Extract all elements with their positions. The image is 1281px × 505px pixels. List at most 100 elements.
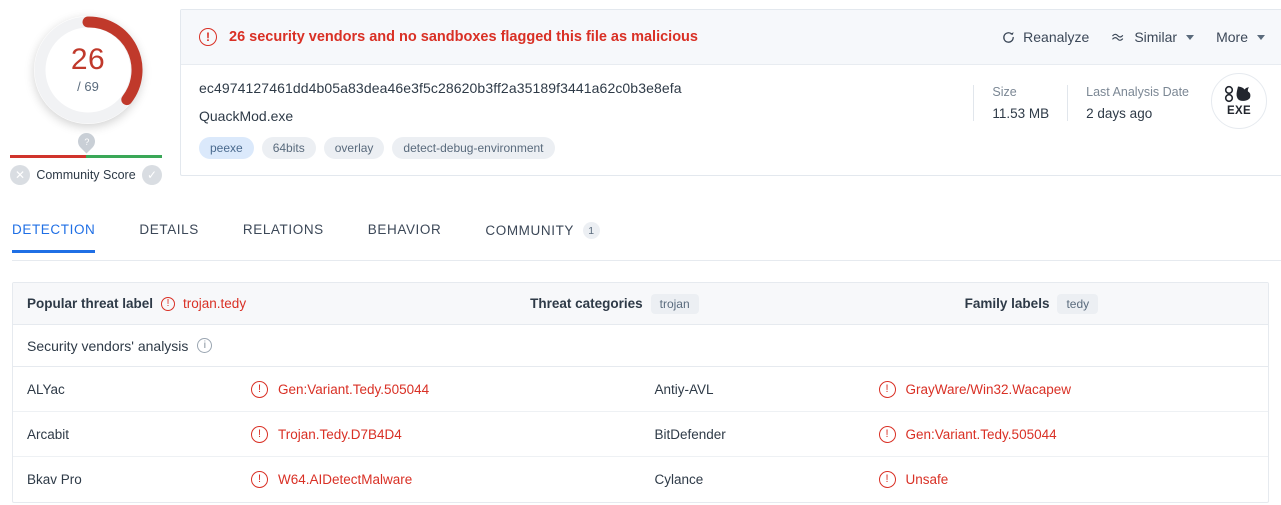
approx-wave-icon — [1112, 33, 1124, 41]
security-vendors-title: Security vendors' analysis — [27, 337, 189, 354]
table-row: Arcabit ! Trojan.Tedy.D7B4D4 BitDefender… — [13, 412, 1268, 457]
threat-categories: Threat categories trojan — [530, 293, 699, 314]
similar-button[interactable]: Similar — [1111, 29, 1195, 45]
vendor-result-text: Gen:Variant.Tedy.505044 — [905, 426, 1057, 442]
tab-detection[interactable]: DETECTION — [12, 222, 96, 253]
table-row: ALYac ! Gen:Variant.Tedy.505044 Antiy-AV… — [13, 367, 1268, 412]
vendor-cell: BitDefender ! Gen:Variant.Tedy.505044 — [641, 412, 1269, 456]
alert-icon: ! — [199, 28, 217, 46]
file-summary-area: 26 / 69 ? ✕ Community Score ✓ ! 26 secur… — [0, 0, 1281, 200]
popular-threat-label-key: Popular threat label — [27, 296, 154, 311]
alert-icon: ! — [878, 471, 896, 488]
bar-negative-segment — [10, 155, 86, 158]
security-vendors-header: Security vendors' analysis i — [13, 325, 1268, 367]
last-analysis-value: 2 days ago — [1086, 106, 1153, 121]
alert-icon: ! — [251, 471, 268, 488]
family-labels-chip: tedy — [1057, 293, 1099, 314]
tab-bar: DETECTION DETAILS RELATIONS BEHAVIOR COM… — [12, 222, 1281, 261]
info-icon[interactable]: i — [197, 338, 213, 353]
tag-64bits[interactable]: 64bits — [261, 137, 316, 159]
file-tags: peexe 64bits overlay detect-debug-enviro… — [199, 137, 1265, 159]
vendor-result: ! Unsafe — [878, 471, 949, 488]
close-icon[interactable]: ✕ — [10, 165, 30, 185]
table-row: Bkav Pro ! W64.AIDetectMalware Cylance !… — [13, 457, 1268, 502]
vendor-result: ! Trojan.Tedy.D7B4D4 — [251, 425, 402, 443]
vendor-result-text: W64.AIDetectMalware — [278, 472, 413, 487]
banner-message: 26 security vendors and no sandboxes fla… — [229, 29, 698, 45]
vendor-result-text: Unsafe — [905, 472, 949, 487]
detection-score-gauge: 26 / 69 — [28, 8, 148, 128]
alert-icon: ! — [878, 425, 896, 443]
reanalyze-button[interactable]: Reanalyze — [1001, 29, 1089, 45]
chevron-down-icon — [1186, 34, 1195, 40]
tab-details[interactable]: DETAILS — [139, 222, 198, 253]
vendor-result: ! Gen:Variant.Tedy.505044 — [251, 380, 429, 398]
family-labels: Family labels tedy — [964, 293, 1099, 314]
tab-community[interactable]: COMMUNITY 1 — [485, 222, 601, 255]
vendor-name: Bkav Pro — [27, 472, 82, 487]
refresh-icon — [1003, 31, 1014, 43]
vendor-result: ! GrayWare/Win32.Wacapew — [878, 380, 1072, 398]
vendor-result: ! W64.AIDetectMalware — [251, 471, 412, 488]
info-glyph: i — [203, 339, 207, 351]
tag-detect-debug-environment[interactable]: detect-debug-environment — [392, 137, 555, 159]
malicious-banner: ! 26 security vendors and no sandboxes f… — [181, 10, 1281, 65]
threat-summary-row: Popular threat label ! trojan.tedy Threa… — [13, 283, 1268, 325]
file-card: ! 26 security vendors and no sandboxes f… — [180, 9, 1281, 176]
similar-label: Similar — [1134, 29, 1178, 45]
last-analysis-block: Last Analysis Date 2 days ago — [1086, 85, 1189, 121]
family-labels-key: Family labels — [964, 296, 1050, 311]
tag-overlay[interactable]: overlay — [323, 137, 385, 159]
file-type-badge: EXE — [1211, 73, 1267, 129]
vendor-cell: Cylance ! Unsafe — [641, 457, 1269, 502]
alert-icon: ! — [251, 425, 268, 443]
vendor-cell: ALYac ! Gen:Variant.Tedy.505044 — [13, 367, 641, 411]
tab-relations-label: RELATIONS — [242, 222, 324, 237]
alert-icon: ! — [878, 380, 896, 398]
file-card-body: ec4974127461dd4b05a83dea46e3f5c28620b3ff… — [181, 65, 1281, 175]
vendor-total: / 69 — [77, 78, 99, 94]
threat-categories-chip: trojan — [650, 293, 699, 314]
tab-behavior-label: BEHAVIOR — [367, 222, 442, 237]
vendor-cell: Bkav Pro ! W64.AIDetectMalware — [13, 457, 641, 502]
bar-positive-segment — [86, 155, 162, 158]
reanalyze-label: Reanalyze — [1023, 29, 1090, 45]
chevron-down-icon — [1257, 34, 1265, 40]
more-label: More — [1216, 29, 1248, 45]
tab-behavior[interactable]: BEHAVIOR — [368, 222, 442, 253]
tab-detection-label: DETECTION — [12, 222, 96, 237]
tag-peexe[interactable]: peexe — [199, 137, 254, 159]
popular-threat-label-value: trojan.tedy — [183, 296, 247, 311]
popular-threat-label: Popular threat label ! trojan.tedy — [27, 296, 246, 311]
vendor-name: Antiy-AVL — [654, 381, 714, 397]
vendor-result-text: Trojan.Tedy.D7B4D4 — [278, 426, 402, 442]
vendor-cell: Arcabit ! Trojan.Tedy.D7B4D4 — [13, 412, 641, 456]
more-button[interactable]: More — [1216, 29, 1265, 45]
tab-details-label: DETAILS — [139, 222, 199, 237]
tab-community-badge: 1 — [583, 222, 601, 239]
community-score-row: ✕ Community Score ✓ — [10, 165, 162, 185]
vendor-result: ! Gen:Variant.Tedy.505044 — [878, 425, 1057, 443]
community-score-pin-icon[interactable]: ? — [74, 129, 99, 154]
file-size-value: 11.53 MB — [992, 106, 1050, 121]
file-type-label: EXE — [1227, 105, 1251, 117]
vendor-name: Arcabit — [27, 426, 70, 442]
detection-count: 26 — [70, 42, 106, 76]
alert-icon: ! — [161, 296, 176, 311]
file-size-label: Size — [992, 85, 1017, 99]
vendor-name: ALYac — [27, 381, 65, 397]
banner-actions: Reanalyze Similar More — [1001, 29, 1265, 45]
check-icon[interactable]: ✓ — [142, 165, 162, 185]
community-score-bar — [10, 155, 162, 158]
meta-divider — [973, 85, 975, 121]
alert-icon: ! — [251, 380, 268, 398]
tab-relations[interactable]: RELATIONS — [243, 222, 324, 253]
file-meta: Size 11.53 MB Last Analysis Date 2 days … — [955, 85, 1189, 121]
vendor-result-text: GrayWare/Win32.Wacapew — [905, 381, 1072, 397]
alert-glyph: ! — [206, 30, 210, 44]
detection-panel: Popular threat label ! trojan.tedy Threa… — [12, 282, 1269, 503]
community-score-label: Community Score — [36, 168, 136, 182]
tab-community-label: COMMUNITY — [485, 223, 575, 238]
last-analysis-label: Last Analysis Date — [1086, 85, 1189, 99]
executable-icon — [1224, 85, 1251, 103]
